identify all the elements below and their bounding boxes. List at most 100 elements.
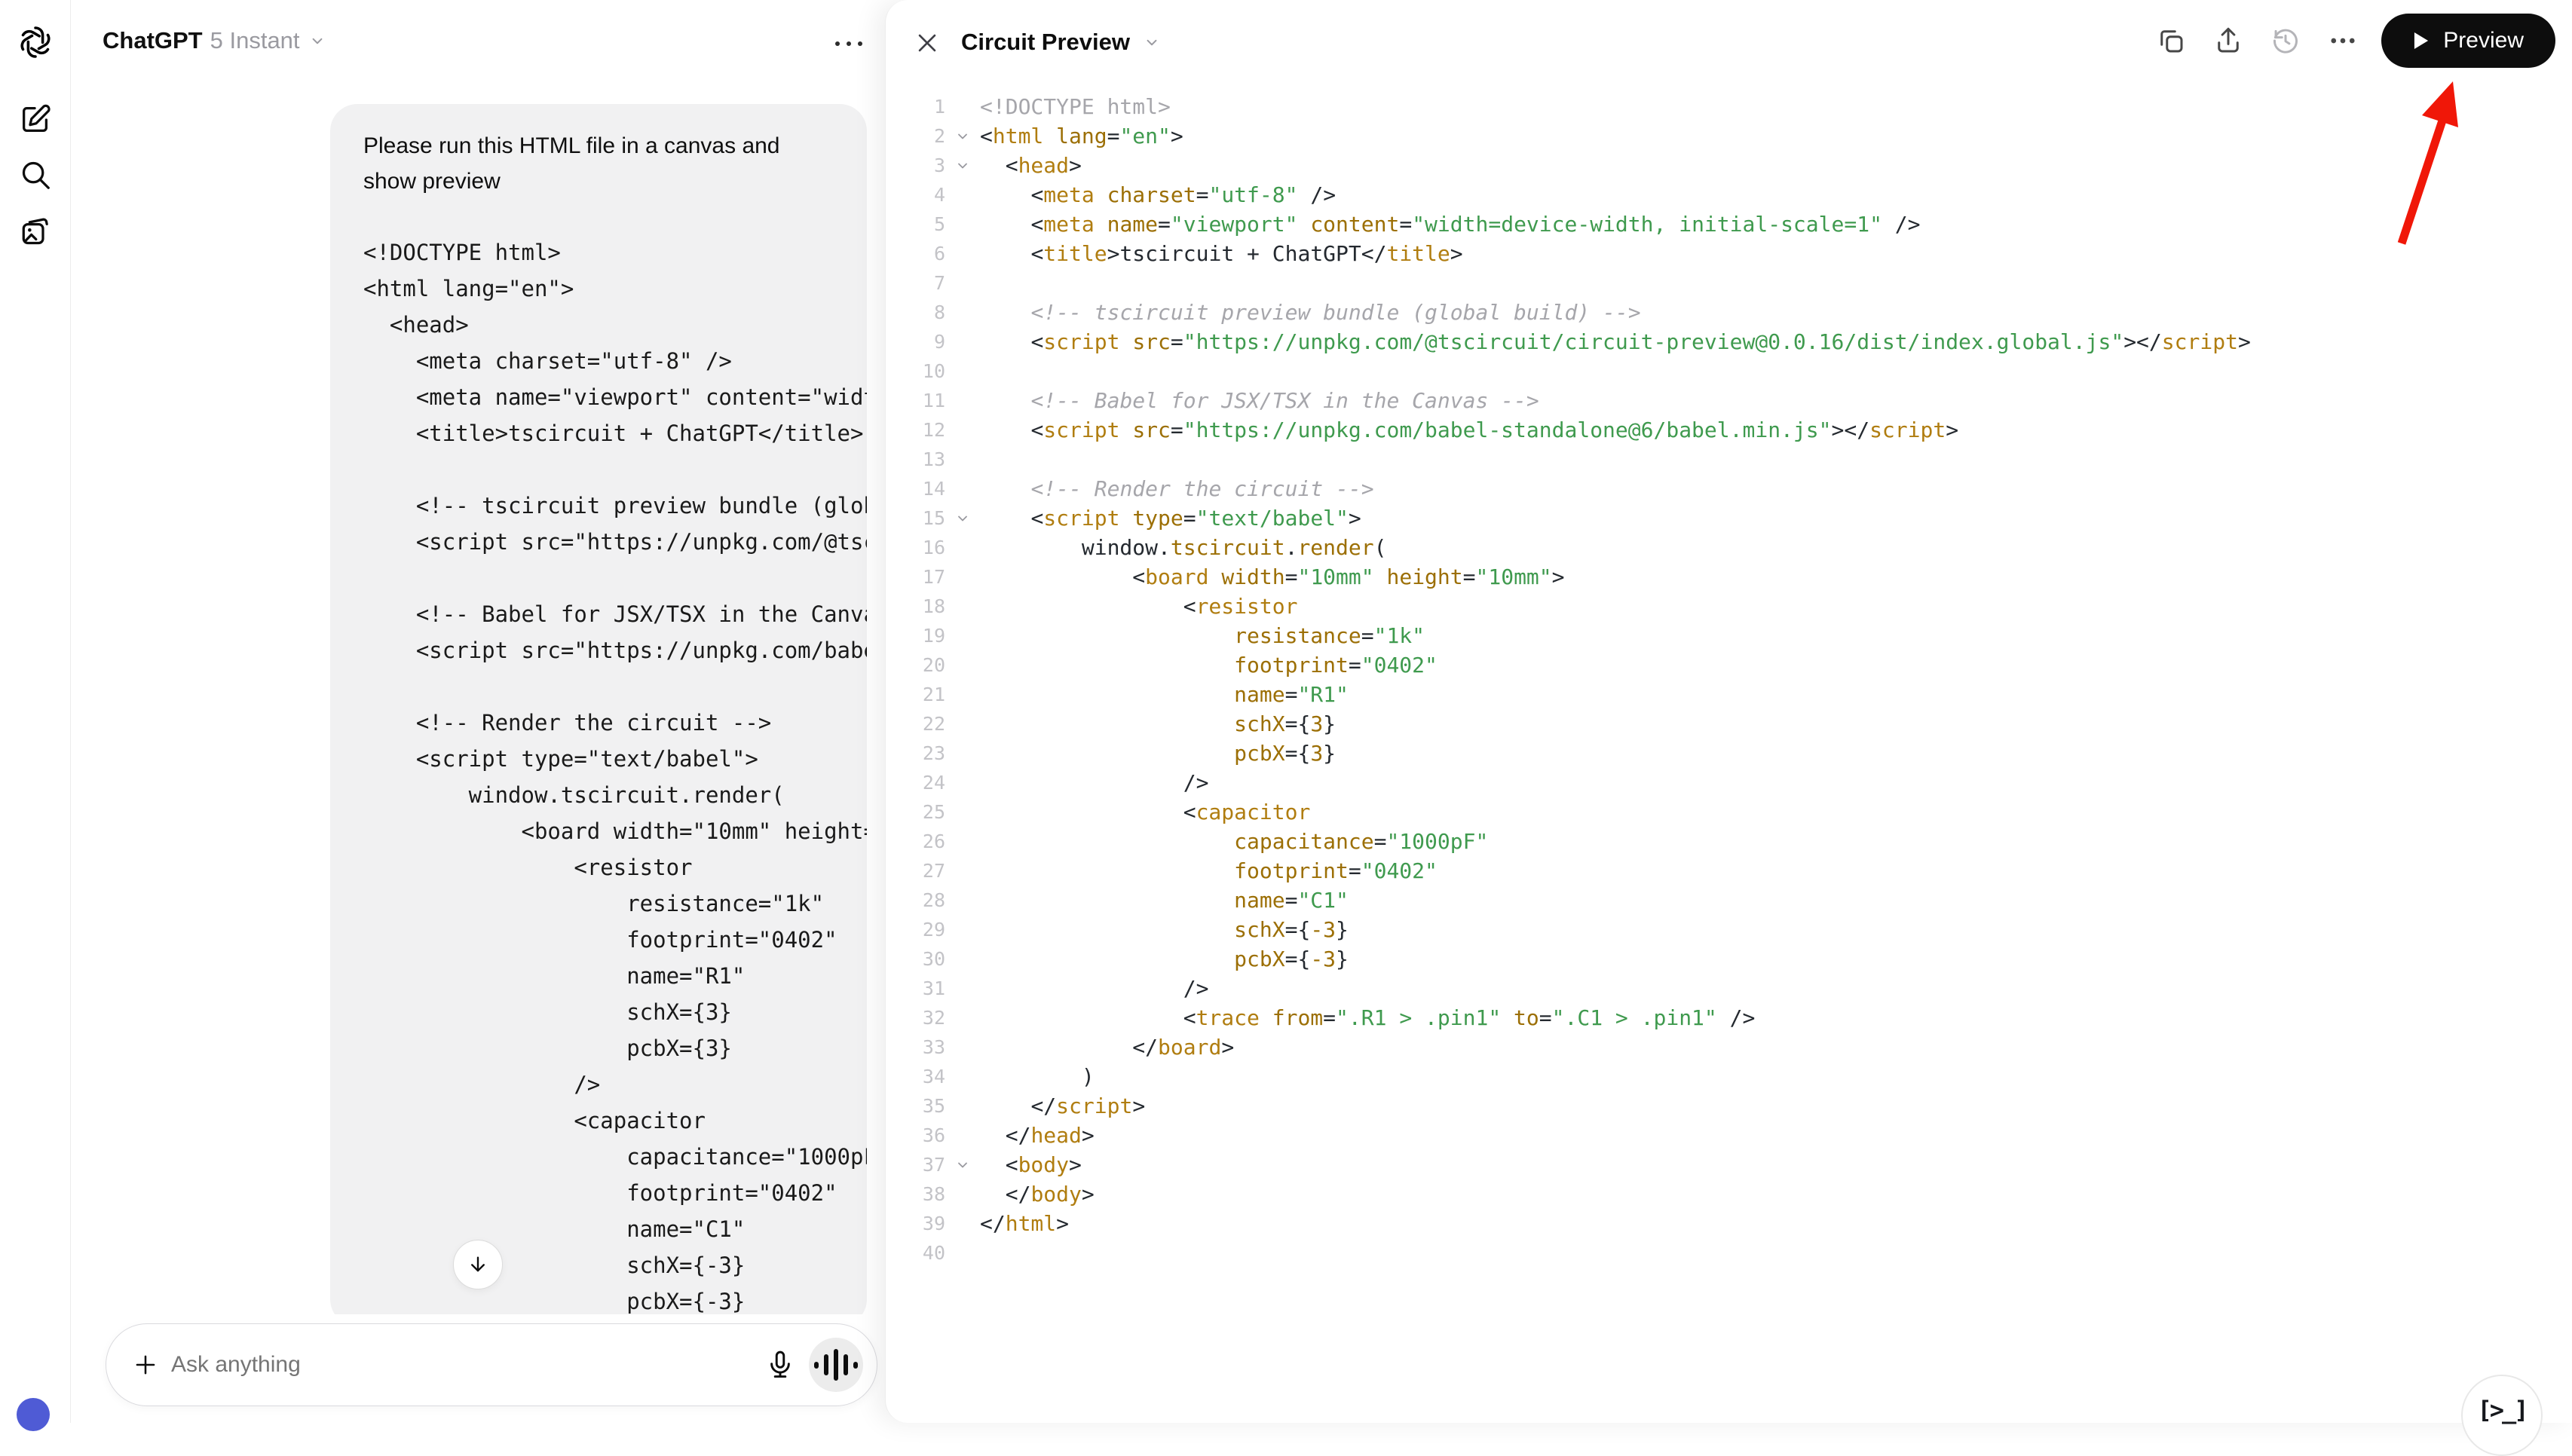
line-number: 10 [886, 360, 945, 382]
code-line: 18 <resistor [886, 592, 2544, 621]
fold-chevron-icon[interactable] [954, 128, 971, 145]
model-selector[interactable]: ChatGPT 5 Instant [103, 27, 327, 54]
line-number: 17 [886, 566, 945, 588]
voice-mode-button[interactable] [809, 1338, 863, 1392]
user-message-text: Please run this HTML file in a canvas an… [363, 128, 816, 199]
line-number: 25 [886, 801, 945, 823]
code-line: 3 <head> [886, 151, 2544, 180]
line-number: 9 [886, 331, 945, 353]
history-button[interactable] [2267, 22, 2304, 60]
fold-toggle[interactable] [945, 1157, 980, 1173]
code-line: 14 <!-- Render the circuit --> [886, 474, 2544, 503]
code-text: capacitance="1000pF" [980, 829, 1488, 854]
fold-toggle[interactable] [945, 510, 980, 527]
line-number: 7 [886, 272, 945, 294]
code-line: 31 /> [886, 974, 2544, 1003]
fold-toggle[interactable] [945, 158, 980, 174]
line-number: 12 [886, 419, 945, 441]
line-number: 36 [886, 1124, 945, 1146]
code-text: /> [980, 770, 1208, 795]
chat-panel: ChatGPT 5 Instant Please run this HTML f… [71, 0, 886, 1423]
code-line: 26 capacitance="1000pF" [886, 827, 2544, 856]
code-text: window.tscircuit.render( [980, 535, 1386, 560]
code-line: 12 <script src="https://unpkg.com/babel-… [886, 415, 2544, 445]
line-number: 11 [886, 390, 945, 411]
message-input[interactable] [171, 1352, 759, 1378]
code-line: 29 schX={-3} [886, 915, 2544, 944]
code-text: ) [980, 1064, 1095, 1089]
line-number: 27 [886, 860, 945, 882]
line-number: 16 [886, 537, 945, 558]
code-text: footprint="0402" [980, 653, 1438, 678]
line-number: 39 [886, 1213, 945, 1234]
canvas-header: Circuit Preview [886, 0, 2572, 86]
code-text: <title>tscircuit + ChatGPT</title> [980, 241, 1463, 266]
arrow-down-icon [467, 1253, 489, 1276]
sidebar-item-new-chat[interactable] [17, 101, 54, 137]
sidebar-item-library[interactable] [17, 213, 54, 249]
code-line: 9 <script src="https://unpkg.com/@tscirc… [886, 327, 2544, 356]
ellipsis-icon [2327, 25, 2359, 57]
console-icon: [>_] [2477, 1396, 2526, 1424]
copy-button[interactable] [2152, 22, 2190, 60]
code-text: <board width="10mm" height="10mm"> [980, 564, 1565, 589]
line-number: 30 [886, 948, 945, 970]
fold-chevron-icon[interactable] [954, 158, 971, 174]
code-text: <html lang="en"> [980, 124, 1183, 148]
line-number: 8 [886, 301, 945, 323]
code-line: 36 </head> [886, 1121, 2544, 1150]
composer[interactable] [106, 1323, 877, 1406]
code-text: <!-- Render the circuit --> [980, 476, 1374, 501]
line-number: 28 [886, 889, 945, 911]
canvas-more-button[interactable] [2324, 22, 2362, 60]
conversation-options-button[interactable] [829, 29, 868, 59]
code-line: 6 <title>tscircuit + ChatGPT</title> [886, 239, 2544, 268]
app-name: ChatGPT [103, 27, 203, 54]
canvas-title-dropdown[interactable]: Circuit Preview [961, 29, 1162, 56]
code-text: <meta charset="utf-8" /> [980, 182, 1336, 207]
code-line: 30 pcbX={-3} [886, 944, 2544, 974]
line-number: 20 [886, 654, 945, 676]
code-line: 17 <board width="10mm" height="10mm"> [886, 562, 2544, 592]
fold-chevron-icon[interactable] [954, 1157, 971, 1173]
code-line: 35 </script> [886, 1091, 2544, 1121]
code-line: 24 /> [886, 768, 2544, 797]
line-number: 34 [886, 1066, 945, 1087]
code-line: 34 ) [886, 1062, 2544, 1091]
library-icon [18, 213, 53, 248]
close-canvas-button[interactable] [908, 24, 946, 62]
share-button[interactable] [2209, 22, 2247, 60]
line-number: 31 [886, 977, 945, 999]
upload-icon [2212, 25, 2244, 57]
code-text: <script src="https://unpkg.com/babel-sta… [980, 418, 1958, 442]
code-text: <meta name="viewport" content="width=dev… [980, 212, 1921, 237]
scroll-to-bottom-button[interactable] [453, 1240, 503, 1289]
chevron-down-icon [1142, 32, 1162, 52]
code-line: 22 schX={3} [886, 709, 2544, 739]
console-button[interactable]: [>_] [2461, 1375, 2543, 1456]
line-number: 26 [886, 830, 945, 852]
fold-toggle[interactable] [945, 128, 980, 145]
code-line: 25 <capacitor [886, 797, 2544, 827]
dictate-button[interactable] [759, 1344, 801, 1386]
code-text: </script> [980, 1094, 1145, 1118]
line-number: 40 [886, 1242, 945, 1264]
code-line: 4 <meta charset="utf-8" /> [886, 180, 2544, 210]
user-avatar[interactable] [17, 1398, 50, 1431]
search-icon [18, 158, 53, 192]
line-number: 2 [886, 125, 945, 147]
code-line: 32 <trace from=".R1 > .pin1" to=".C1 > .… [886, 1003, 2544, 1032]
code-line: 16 window.tscircuit.render( [886, 533, 2544, 562]
sidebar-item-search[interactable] [17, 157, 54, 193]
preview-button[interactable]: Preview [2381, 14, 2555, 68]
attach-button[interactable] [126, 1345, 165, 1384]
preview-button-label: Preview [2443, 28, 2524, 54]
code-editor[interactable]: 1<!DOCTYPE html>2<html lang="en">3 <head… [886, 92, 2544, 1268]
model-name: 5 Instant [210, 27, 300, 54]
line-number: 33 [886, 1036, 945, 1058]
fold-chevron-icon[interactable] [954, 510, 971, 527]
code-text: pcbX={-3} [980, 947, 1349, 971]
code-line: 27 footprint="0402" [886, 856, 2544, 886]
code-text: name="R1" [980, 682, 1349, 707]
chevron-down-icon [308, 31, 327, 50]
